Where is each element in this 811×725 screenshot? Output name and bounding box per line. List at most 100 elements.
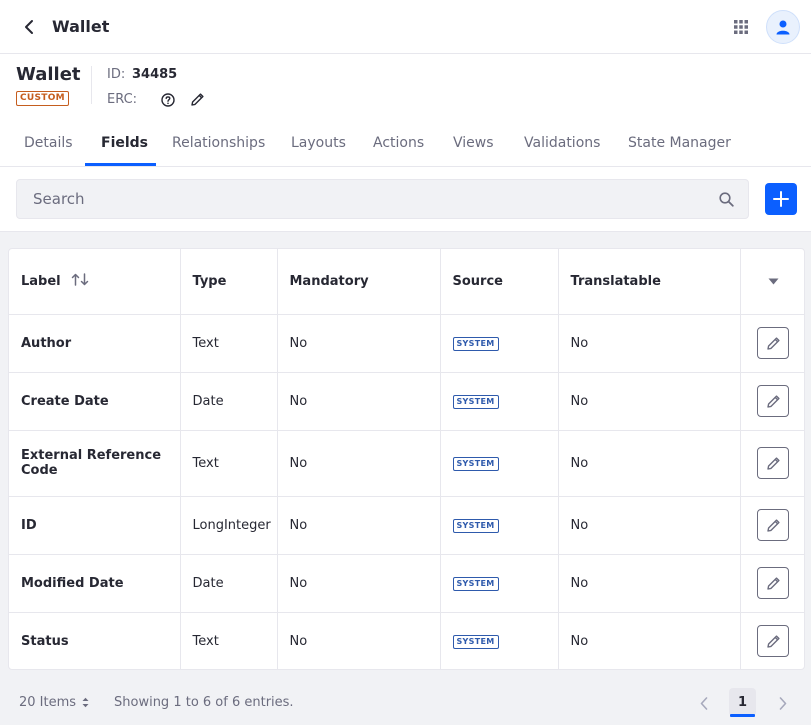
object-header: Wallet CUSTOM ID: 34485 ERC: Details Fie…: [0, 54, 811, 167]
top-bar: Wallet: [0, 0, 811, 54]
search-icon: [718, 191, 734, 207]
system-badge: SYSTEM: [452, 635, 499, 650]
tab-bar: Details Fields Relationships Layouts Act…: [0, 121, 811, 167]
chevron-left-icon: [700, 696, 708, 710]
erc-help-button[interactable]: [160, 92, 175, 107]
cell-translatable: No: [558, 554, 741, 613]
cell-mandatory: No: [277, 612, 441, 669]
custom-badge: CUSTOM: [16, 91, 69, 106]
cell-label: Status: [9, 612, 181, 669]
toolbar: [0, 167, 811, 232]
edit-field-button[interactable]: [757, 567, 790, 599]
cell-translatable: No: [558, 372, 741, 431]
pencil-icon: [767, 635, 780, 648]
items-per-page-label: 20 Items: [19, 695, 77, 710]
cell-label: External Reference Code: [9, 430, 181, 497]
page-1-button[interactable]: 1: [729, 688, 756, 716]
cell-actions: [740, 612, 804, 669]
sort-button[interactable]: [71, 273, 89, 290]
pagination-bar: 20 Items Showing 1 to 6 of 6 entries. 1: [0, 680, 811, 725]
column-header-actions: [740, 249, 804, 315]
edit-field-button[interactable]: [757, 509, 790, 541]
edit-field-button[interactable]: [757, 385, 790, 417]
cell-type: LongInteger: [180, 496, 278, 555]
cell-type: Text: [180, 612, 278, 669]
system-badge: SYSTEM: [452, 395, 499, 409]
search-input[interactable]: [17, 180, 707, 218]
tab-fields[interactable]: Fields: [101, 135, 148, 151]
sort-icon: [71, 273, 88, 286]
user-avatar[interactable]: [766, 10, 800, 44]
edit-field-button[interactable]: [757, 327, 790, 359]
pencil-icon: [191, 93, 204, 106]
cell-source: SYSTEM: [440, 496, 559, 555]
column-header-label-text: Label: [21, 273, 61, 289]
edit-field-button[interactable]: [757, 625, 790, 658]
help-icon: [160, 92, 175, 107]
user-icon: [776, 20, 790, 34]
object-title: Wallet: [16, 64, 81, 85]
erc-label: ERC:: [107, 92, 138, 107]
back-arrow-icon: [25, 20, 33, 34]
column-options-button[interactable]: [753, 278, 795, 285]
cell-type: Text: [180, 430, 278, 497]
column-header-source: Source: [440, 249, 559, 315]
tab-details[interactable]: Details: [24, 135, 73, 151]
caret-down-icon: [768, 278, 779, 285]
cell-source: SYSTEM: [440, 314, 559, 373]
cell-source: SYSTEM: [440, 612, 559, 669]
edit-field-button[interactable]: [757, 447, 790, 479]
cell-mandatory: No: [277, 496, 441, 555]
add-field-button[interactable]: [765, 183, 797, 215]
system-badge: SYSTEM: [452, 519, 499, 533]
page-title: Wallet: [52, 17, 110, 36]
fields-table-card: Label Type Mandatory Source Translatable…: [8, 248, 805, 670]
active-tab-indicator: [85, 163, 156, 166]
cell-label: Author: [9, 314, 181, 373]
table-row: Create Date Date No SYSTEM No: [9, 372, 804, 431]
active-page-indicator: [730, 714, 755, 717]
cell-actions: [740, 554, 804, 613]
column-header-label[interactable]: Label: [9, 249, 181, 315]
back-button[interactable]: [16, 14, 42, 40]
cell-source: SYSTEM: [440, 554, 559, 613]
next-page-button[interactable]: [773, 692, 793, 714]
previous-page-button[interactable]: [694, 692, 714, 714]
apps-menu-button[interactable]: [729, 15, 753, 39]
items-per-page-select[interactable]: 20 Items: [19, 695, 89, 710]
cell-source: SYSTEM: [440, 430, 559, 497]
pencil-icon: [767, 456, 780, 470]
cell-actions: [740, 430, 804, 497]
table-row: ID LongInteger No SYSTEM No: [9, 496, 804, 555]
id-value: 34485: [132, 67, 178, 82]
header-divider: [91, 66, 92, 104]
column-header-mandatory: Mandatory: [277, 249, 441, 315]
tab-relationships[interactable]: Relationships: [172, 135, 265, 151]
cell-actions: [740, 314, 804, 373]
apps-grid-icon: [734, 20, 748, 34]
tab-state-manager[interactable]: State Manager: [628, 135, 731, 151]
cell-translatable: No: [558, 314, 741, 373]
tab-layouts[interactable]: Layouts: [291, 135, 346, 151]
cell-translatable: No: [558, 496, 741, 555]
cell-label: Create Date: [9, 372, 181, 431]
system-badge: SYSTEM: [452, 457, 499, 471]
cell-type: Date: [180, 372, 278, 431]
tab-actions[interactable]: Actions: [373, 135, 424, 151]
fields-table: Label Type Mandatory Source Translatable…: [9, 249, 804, 669]
cell-mandatory: No: [277, 372, 441, 431]
tab-views[interactable]: Views: [453, 135, 494, 151]
table-row: Author Text No SYSTEM No: [9, 314, 804, 373]
cell-translatable: No: [558, 430, 741, 497]
pencil-icon: [767, 576, 780, 590]
search-button[interactable]: [717, 190, 735, 208]
tab-validations[interactable]: Validations: [524, 135, 600, 151]
cell-type: Date: [180, 554, 278, 613]
chevron-right-icon: [779, 696, 787, 710]
erc-edit-button[interactable]: [189, 91, 206, 108]
cell-type: Text: [180, 314, 278, 373]
plus-icon: [773, 191, 789, 207]
column-header-type: Type: [180, 249, 278, 315]
cell-source: SYSTEM: [440, 372, 559, 431]
pencil-icon: [767, 518, 780, 532]
